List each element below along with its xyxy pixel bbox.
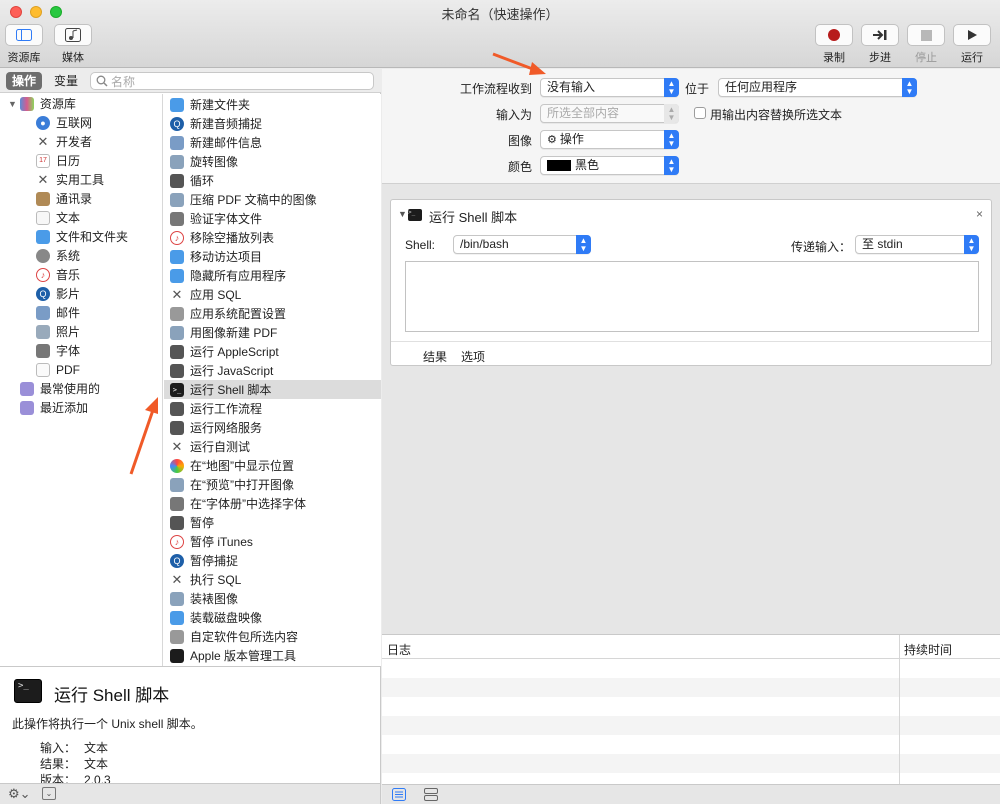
annotation-arrows [129,52,546,475]
arrow-head [145,397,158,414]
arrow-head [529,62,546,75]
arrow-to-shell-action [129,409,155,475]
